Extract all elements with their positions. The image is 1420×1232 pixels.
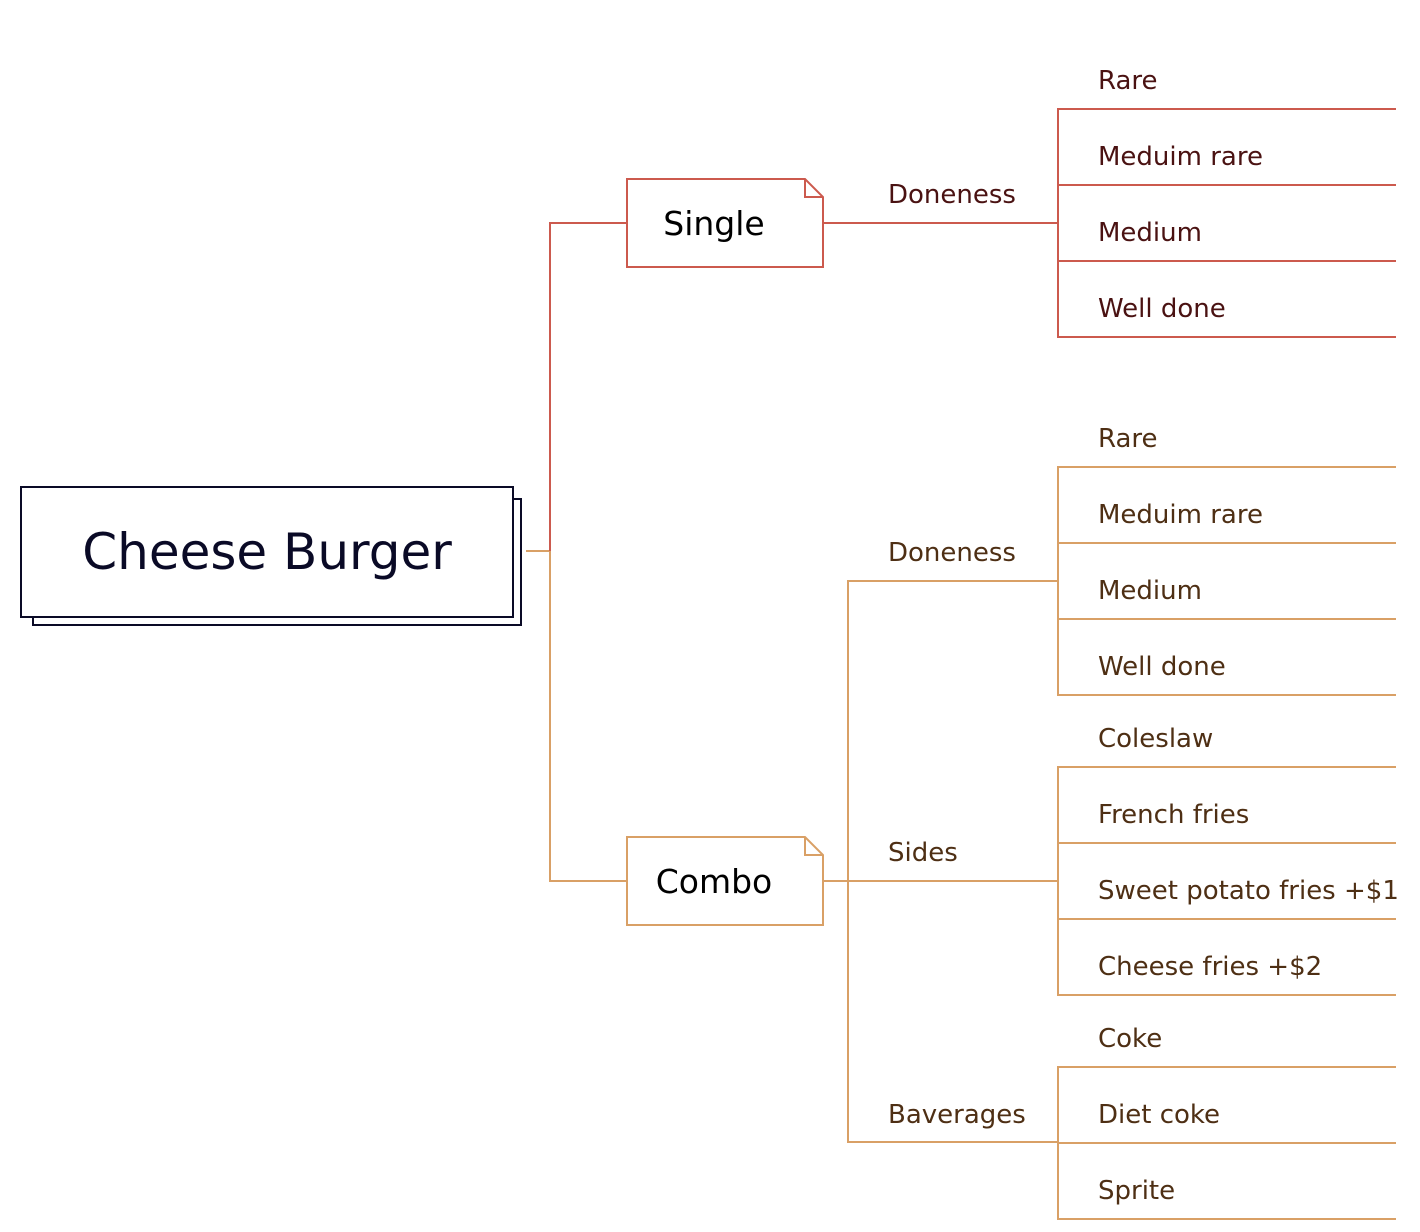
underline-single-medium-rare xyxy=(1057,184,1396,186)
underline-combo-medium xyxy=(1057,618,1396,620)
option-combo-rare[interactable]: Rare xyxy=(1098,426,1158,452)
option-coleslaw[interactable]: Coleslaw xyxy=(1098,726,1213,752)
underline-diet-coke xyxy=(1057,1142,1396,1144)
connector-combo-trunk xyxy=(549,551,551,881)
branch-label-single: Single xyxy=(663,203,765,243)
root-node[interactable]: Cheese Burger xyxy=(20,486,514,618)
option-sprite[interactable]: Sprite xyxy=(1098,1178,1175,1204)
category-combo-sides[interactable]: Sides xyxy=(888,840,958,866)
root-label: Cheese Burger xyxy=(82,523,452,581)
connector-combo-doneness xyxy=(847,580,1059,582)
underline-coleslaw xyxy=(1057,766,1396,768)
underline-combo-medium-rare xyxy=(1057,542,1396,544)
connector-root-stub xyxy=(526,550,550,552)
option-sweet-potato-fries[interactable]: Sweet potato fries +$1 xyxy=(1098,878,1399,904)
option-single-medium-rare[interactable]: Meduim rare xyxy=(1098,144,1263,170)
underline-single-medium xyxy=(1057,260,1396,262)
connector-single-stub xyxy=(549,222,627,224)
option-combo-well-done[interactable]: Well done xyxy=(1098,654,1226,680)
option-single-rare[interactable]: Rare xyxy=(1098,68,1158,94)
underline-single-rare xyxy=(1057,108,1396,110)
category-combo-baverages[interactable]: Baverages xyxy=(888,1102,1026,1128)
option-coke[interactable]: Coke xyxy=(1098,1026,1162,1052)
underline-sweet-potato xyxy=(1057,918,1396,920)
underline-cheese-fries xyxy=(1057,994,1396,996)
bracket-combo-sides xyxy=(1057,766,1059,996)
branch-node-combo[interactable]: Combo xyxy=(626,836,824,926)
option-single-well-done[interactable]: Well done xyxy=(1098,296,1226,322)
connector-combo-stub xyxy=(549,880,627,882)
option-cheese-fries[interactable]: Cheese fries +$2 xyxy=(1098,954,1322,980)
underline-combo-rare xyxy=(1057,466,1396,468)
option-combo-medium[interactable]: Medium xyxy=(1098,578,1202,604)
connector-single-trunk xyxy=(549,222,551,552)
category-combo-doneness[interactable]: Doneness xyxy=(888,540,1016,566)
underline-combo-well-done xyxy=(1057,694,1396,696)
bracket-single-doneness xyxy=(1057,108,1059,338)
underline-sprite xyxy=(1057,1218,1396,1220)
underline-coke xyxy=(1057,1066,1396,1068)
option-single-medium[interactable]: Medium xyxy=(1098,220,1202,246)
underline-single-well-done xyxy=(1057,336,1396,338)
branch-node-single[interactable]: Single xyxy=(626,178,824,268)
category-single-doneness[interactable]: Doneness xyxy=(888,182,1016,208)
option-combo-medium-rare[interactable]: Meduim rare xyxy=(1098,502,1263,528)
underline-french-fries xyxy=(1057,842,1396,844)
option-diet-coke[interactable]: Diet coke xyxy=(1098,1102,1220,1128)
connector-combo-spine xyxy=(847,580,849,1143)
option-french-fries[interactable]: French fries xyxy=(1098,802,1249,828)
bracket-combo-doneness xyxy=(1057,466,1059,696)
mind-map-canvas: Cheese Burger Single Combo Doneness Rare… xyxy=(0,0,1420,1232)
connector-single-doneness xyxy=(823,222,1059,224)
connector-combo-baverages xyxy=(847,1141,1059,1143)
branch-label-combo: Combo xyxy=(655,861,773,901)
connector-combo-out xyxy=(823,880,1059,882)
